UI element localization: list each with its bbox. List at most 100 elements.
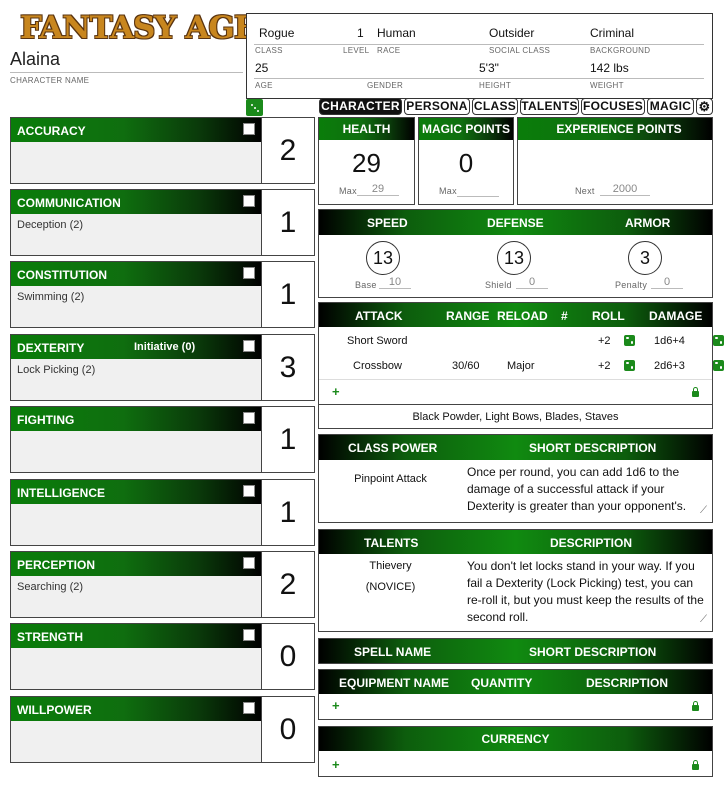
ability-fighting: FIGHTING 1 <box>10 406 315 473</box>
ability-name: STRENGTH <box>11 624 261 648</box>
talent-level[interactable]: (NOVICE) <box>319 581 462 593</box>
ability-focus[interactable]: Searching (2) <box>17 581 83 593</box>
level-value[interactable]: 1 <box>357 26 364 40</box>
ability-value[interactable]: 0 <box>261 696 315 763</box>
add-currency-button[interactable]: + <box>332 757 340 772</box>
ability-value[interactable]: 2 <box>261 551 315 618</box>
health-max[interactable]: 29 <box>357 183 399 196</box>
armor-value[interactable]: 3 <box>628 241 662 275</box>
height-value[interactable]: 5'3" <box>479 61 499 75</box>
ability-dexterity: DEXTERITY Initiative (0) Lock Picking (2) 3 <box>10 334 315 401</box>
ability-communication: COMMUNICATION Deception (2) 1 <box>10 189 315 256</box>
character-name[interactable]: Alaina <box>10 49 60 70</box>
spells-box: SPELL NAME SHORT DESCRIPTION <box>318 638 713 664</box>
speed-base[interactable]: 10 <box>379 276 411 289</box>
armor-title: ARMOR <box>625 216 671 230</box>
ability-value[interactable]: 1 <box>261 261 315 328</box>
ability-name: FIGHTING <box>11 407 261 431</box>
tab-talents[interactable]: TALENTS <box>520 98 579 115</box>
attacks-box: ATTACK RANGE RELOAD # ROLL DAMAGE Short … <box>318 302 725 429</box>
resize-handle[interactable]: ⟋ <box>700 505 707 516</box>
lock-icon[interactable] <box>692 701 699 711</box>
ability-focus[interactable]: Deception (2) <box>17 219 83 231</box>
ability-name: PERCEPTION <box>11 552 261 576</box>
ability-checkbox[interactable] <box>243 267 255 279</box>
ability-checkbox[interactable] <box>243 485 255 497</box>
ability-constitution: CONSTITUTION Swimming (2) 1 <box>10 261 315 328</box>
weapon-groups[interactable]: Black Powder, Light Bows, Blades, Staves <box>319 411 712 423</box>
ability-checkbox[interactable] <box>243 195 255 207</box>
ability-accuracy: ACCURACY 2 <box>10 117 315 184</box>
defense-title: DEFENSE <box>487 216 544 230</box>
social-class-value[interactable]: Outsider <box>489 26 534 40</box>
experience-next[interactable]: 2000 <box>600 183 650 196</box>
talent-name[interactable]: Thievery <box>319 560 462 572</box>
ability-value[interactable]: 0 <box>261 623 315 690</box>
talent-description[interactable]: You don't let locks stand in your way. I… <box>467 558 711 626</box>
age-value[interactable]: 25 <box>255 61 268 75</box>
logo: FANTASY AGE <box>20 10 257 46</box>
class-power-description[interactable]: Once per round, you can add 1d6 to the d… <box>467 464 707 515</box>
ability-checkbox[interactable] <box>243 412 255 424</box>
ability-extra: Initiative (0) <box>134 341 196 353</box>
weight-value[interactable]: 142 lbs <box>590 61 629 75</box>
tab-magic[interactable]: MAGIC <box>647 98 694 115</box>
ability-checkbox[interactable] <box>243 702 255 714</box>
class-value[interactable]: Rogue <box>259 26 294 40</box>
magic-points-box: MAGIC POINTS 0 Max <box>418 117 514 205</box>
lock-icon[interactable] <box>692 760 699 770</box>
tab-settings[interactable]: ⚙ <box>696 98 713 115</box>
ability-value[interactable]: 1 <box>261 479 315 546</box>
speed-value[interactable]: 13 <box>366 241 400 275</box>
character-name-label: CHARACTER NAME <box>10 76 90 85</box>
dice-icon <box>250 103 259 112</box>
damage-dice-icon[interactable] <box>713 334 725 346</box>
add-attack-button[interactable]: + <box>332 384 340 399</box>
talents-box: TALENTS DESCRIPTION Thievery (NOVICE) Yo… <box>318 529 713 632</box>
health-title: HEALTH <box>319 118 414 140</box>
ability-checkbox[interactable] <box>243 629 255 641</box>
tab-class[interactable]: CLASS <box>472 98 518 115</box>
ability-focus[interactable]: Swimming (2) <box>17 291 84 303</box>
ability-checkbox[interactable] <box>243 123 255 135</box>
tab-character[interactable]: CHARACTER <box>319 98 402 115</box>
health-value[interactable]: 29 <box>319 148 414 179</box>
health-box: HEALTH 29 Max 29 <box>318 117 415 205</box>
ability-value[interactable]: 1 <box>261 406 315 473</box>
defenses-box: SPEED DEFENSE ARMOR 13 13 3 Base 10 Shie… <box>318 209 713 298</box>
ability-value[interactable]: 3 <box>261 334 315 401</box>
dice-roll-button[interactable] <box>246 99 263 116</box>
magic-points-value[interactable]: 0 <box>419 148 513 179</box>
defense-shield[interactable]: 0 <box>516 276 548 289</box>
defense-value[interactable]: 13 <box>497 241 531 275</box>
ability-checkbox[interactable] <box>243 340 255 352</box>
class-power-name[interactable]: Pinpoint Attack <box>319 473 462 485</box>
ability-focus[interactable]: Lock Picking (2) <box>17 364 95 376</box>
ability-name: CONSTITUTION <box>11 262 261 286</box>
ability-value[interactable]: 1 <box>261 189 315 256</box>
gear-icon: ⚙ <box>698 99 711 114</box>
tab-persona[interactable]: PERSONA <box>404 98 470 115</box>
race-value[interactable]: Human <box>377 26 416 40</box>
attack-row[interactable]: Crossbow 30/60 Major +2 2d6+3 <box>319 355 725 377</box>
resize-handle[interactable]: ⟋ <box>700 614 707 625</box>
currency-title: CURRENCY <box>319 727 712 751</box>
lock-icon[interactable] <box>692 387 699 397</box>
ability-name: WILLPOWER <box>11 697 261 721</box>
attack-row[interactable]: Short Sword +2 1d6+4 <box>319 330 725 352</box>
armor-penalty[interactable]: 0 <box>651 276 683 289</box>
ability-strength: STRENGTH 0 <box>10 623 315 690</box>
damage-dice-icon[interactable] <box>713 359 725 371</box>
roll-dice-icon[interactable] <box>624 359 635 371</box>
roll-dice-icon[interactable] <box>624 334 635 346</box>
class-power-box: CLASS POWER SHORT DESCRIPTION Pinpoint A… <box>318 434 713 523</box>
magic-points-max[interactable] <box>457 183 499 197</box>
currency-box: CURRENCY + <box>318 726 713 777</box>
background-value[interactable]: Criminal <box>590 26 634 40</box>
tab-focuses[interactable]: FOCUSES <box>581 98 645 115</box>
ability-checkbox[interactable] <box>243 557 255 569</box>
add-equipment-button[interactable]: + <box>332 698 340 713</box>
equipment-box: EQUIPMENT NAME QUANTITY DESCRIPTION + <box>318 669 713 720</box>
experience-title: EXPERIENCE POINTS <box>518 118 712 140</box>
ability-value[interactable]: 2 <box>261 117 315 184</box>
